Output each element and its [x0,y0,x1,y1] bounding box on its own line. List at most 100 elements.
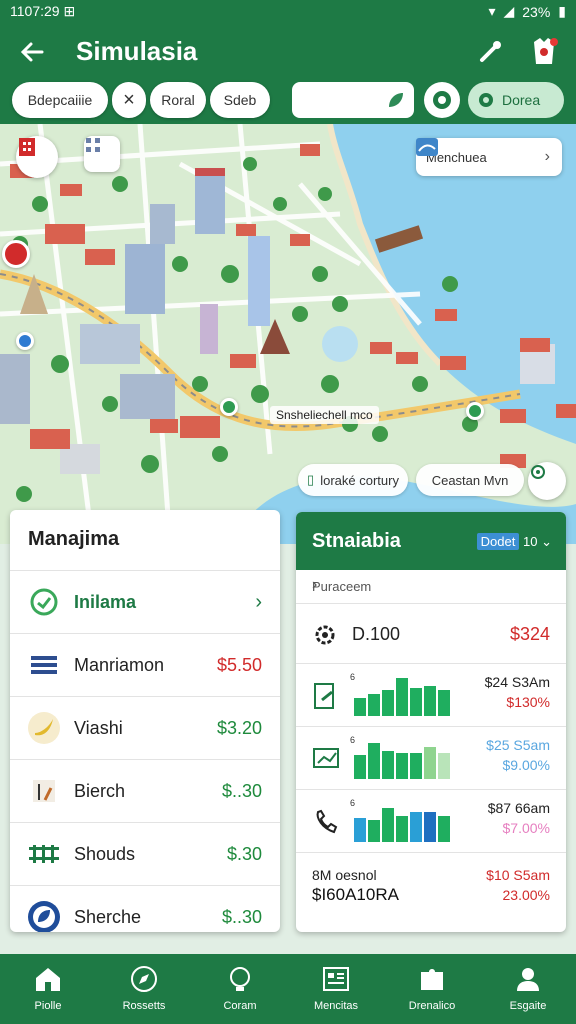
summary-amount: $324 [509,624,550,644]
bottom-navigation: Piolle Rossetts Coram Mencitas Drenalico… [0,954,576,1024]
profile-badge-icon[interactable] [528,34,560,68]
back-arrow-icon[interactable] [16,36,48,68]
map-label-right[interactable]: Ceastan Mvn [416,464,524,496]
stat-amount: $25 S5am [486,737,550,753]
mini-bar-chart [354,743,450,779]
chevron-right-icon: › [312,576,318,593]
stat-amount: $87 66am [487,800,550,816]
stat-row[interactable]: 6 $25 S5am $9.00% [296,727,566,790]
filter-chip-1[interactable]: Bdepcaiiie [12,82,108,118]
nav-label: Piolle [34,1000,62,1012]
filter-bar: Bdepcaiiie × Roral Sdeb Dorea [0,80,576,124]
stat-row[interactable]: 6 $24 S3Am $130% [296,664,566,727]
stat-percent: $7.00% [502,820,550,836]
page-title: Simulasia [76,36,198,66]
mini-bar-chart [354,808,450,842]
grid-icon [86,138,100,152]
banana-icon [26,710,62,746]
map-label-left-text: loraké cortury [320,472,399,488]
battery-text: 23% [522,3,551,20]
document-icon [314,683,334,709]
gear-icon [315,625,335,645]
nav-label: Rossetts [122,1000,166,1012]
chevron-right-icon: › [544,148,550,165]
map-pin-red[interactable] [2,240,30,268]
list-item[interactable]: Bierch $..30 [10,759,280,822]
map-pin-blue[interactable] [16,332,34,350]
list-item-amount: $.30 [226,843,262,864]
period-dropdown-suffix: 10 [523,534,538,549]
nav-item-3[interactable]: Coram [192,954,288,1024]
footer-percent: 23.00% [502,887,550,903]
period-dropdown[interactable]: Dodet 10 ⌄ [476,533,552,550]
nav-item-profile[interactable]: Esgaite [480,954,576,1024]
check-circle-icon [26,584,62,620]
city-map[interactable]: Menchuea › Snsheliechell mco ▯ loraké co… [0,124,576,544]
list-item[interactable]: Viashi $3.20 [10,696,280,759]
list-item[interactable]: Inilama › [10,570,280,633]
stat-amount: $24 S3Am [484,674,550,690]
map-pin-green-2[interactable] [466,402,484,420]
tools-icon [26,773,62,809]
tools-icon[interactable] [474,36,506,68]
home-icon [36,968,60,991]
stat-row[interactable]: 6 $87 66am $7.00% [296,790,566,853]
summary-row: D.100 $324 [296,604,566,664]
list-item-label: Manriamon [74,654,165,675]
puzzle-icon [421,969,443,990]
leaf-badge-icon [26,899,62,932]
bulb-icon [230,967,250,991]
list-item-label: Shouds [74,843,136,864]
statistics-footer: 8M oesnol $I60A10RA $10 S5am 23.00% [296,853,566,915]
chevron-right-icon: › [255,590,262,613]
mini-bar-chart [354,678,450,716]
list-item-label: Bierch [74,780,126,801]
nav-item-5[interactable]: Drenalico [384,954,480,1024]
location-circle-icon [433,91,451,109]
statistics-subheader[interactable]: Puraceem › [296,570,566,604]
nav-item-2[interactable]: Rossetts [96,954,192,1024]
app-bar: Simulasia [0,24,576,80]
footer-amount: $10 S5am [486,867,550,883]
filter-toggle-button[interactable] [424,82,460,118]
nav-item-home[interactable]: Piolle [0,954,96,1024]
nav-label: Esgaite [509,1000,547,1012]
search-input[interactable] [292,82,414,118]
nav-label: Coram [223,1000,257,1012]
statistics-header: Stnaiabia Dodet 10 ⌄ [296,512,566,570]
nav-label: Mencitas [313,1000,359,1012]
phone-icon [316,809,338,834]
nav-label: Drenalico [408,1000,456,1012]
stat-percent: $9.00% [502,757,550,773]
nav-item-4[interactable]: Mencitas [288,954,384,1024]
filter-chip-2[interactable]: Roral [150,82,206,118]
list-item-label: Inilama [74,591,137,612]
filter-chip-3[interactable]: Sdeb [210,82,270,118]
grid-view-button[interactable] [84,136,120,172]
summary-value: D.100 [352,624,401,644]
management-card: Manajima Inilama › Manriamon $5.50 Viash… [10,510,280,932]
green-filter-chip[interactable]: Dorea [468,82,564,118]
close-icon[interactable]: × [112,82,146,118]
period-dropdown-value: Dodet [476,533,520,550]
list-item[interactable]: Sherche $..30 [10,885,280,932]
recenter-button[interactable] [528,462,566,500]
map-layers-button[interactable] [16,136,58,178]
map-label-left[interactable]: ▯ loraké cortury [298,464,408,496]
list-item[interactable]: Shouds $.30 [10,822,280,885]
chevron-down-icon: ⌄ [541,534,552,549]
recenter-icon [531,465,545,479]
fence-icon [26,836,62,872]
person-icon [517,968,539,991]
building-icon [19,138,35,156]
nearby-place-card[interactable]: Menchuea › [416,138,562,176]
battery-icon: ▮ [558,3,566,19]
list-item-label: Sherche [74,906,142,927]
board-icon [323,967,349,991]
wifi-icon: ▾ [488,3,496,19]
map-pin-green[interactable] [220,398,238,416]
list-item-amount: $..30 [221,780,262,801]
list-item[interactable]: Manriamon $5.50 [10,633,280,696]
green-chip-label: Dorea [502,92,541,108]
signal-icon: ◢ [503,3,515,19]
